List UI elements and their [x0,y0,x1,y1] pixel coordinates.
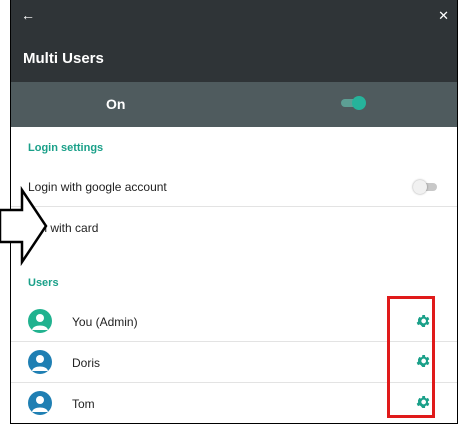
divider [11,206,457,207]
close-icon[interactable]: ✕ [438,9,449,23]
page-title: Multi Users [23,50,104,67]
user-name: You (Admin) [72,315,138,329]
login-google-label: Login with google account [28,180,167,194]
settings-highlight-box [387,296,435,418]
login-google-switch[interactable] [413,180,437,194]
multi-users-switch[interactable] [341,96,366,110]
login-settings-header: Login settings [28,142,104,154]
back-arrow-icon[interactable]: ← [21,8,35,22]
title-bar: ← ✕ Multi Users [11,0,457,82]
user-name: Tom [72,397,95,411]
avatar-icon [28,391,52,415]
user-name: Doris [72,356,101,370]
pointer-arrow-icon [0,186,48,266]
master-toggle-row[interactable]: On [11,82,457,127]
avatar-icon [28,350,52,374]
users-header: Users [28,277,59,289]
avatar-icon [28,309,52,333]
master-toggle-label: On [106,96,126,112]
